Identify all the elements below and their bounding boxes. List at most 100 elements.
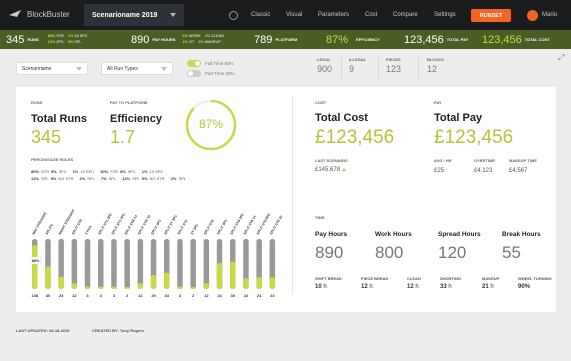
nav-visual[interactable]: Visual	[286, 12, 302, 18]
bar-track	[111, 239, 117, 289]
scenario-select[interactable]: Scenariname	[16, 62, 88, 75]
percentage-rules-row: 12% SPL 9% NG STR 2% SPL 7% SPL 12% SPL 9% NG …	[31, 176, 186, 181]
runset-button[interactable]: RUNSET	[471, 9, 511, 22]
category-label: SPLIT 2PC	[216, 218, 228, 235]
category-label: SPLIT ST 2PC	[163, 214, 178, 236]
bar[interactable]	[216, 263, 223, 289]
bar[interactable]	[137, 283, 144, 289]
bar[interactable]	[124, 287, 130, 289]
bar[interactable]	[150, 275, 157, 289]
stat-platform-value: 789	[254, 33, 273, 46]
bar[interactable]	[203, 283, 210, 289]
full-time-toggle[interactable]	[187, 60, 201, 67]
nav-cost[interactable]: Cost	[365, 12, 377, 18]
rule-pct: 8%	[120, 169, 126, 174]
bar-track	[98, 239, 104, 289]
category-label: SPLIT ST8 14	[243, 215, 257, 236]
spread-hours-title: Spread Hours	[438, 231, 481, 238]
user-avatar[interactable]	[527, 10, 538, 21]
expand-icon[interactable]: ⤢	[558, 53, 564, 63]
nav-parameters[interactable]: Parameters	[318, 12, 349, 18]
logo-icon	[9, 10, 21, 17]
bar-value-label: 12	[72, 293, 77, 298]
chevron-down-icon	[161, 66, 167, 71]
percentage-rules-row: 80% STR 9% 3PC 1% 10 SPC 10% STR 8% 9PC 1% 10 …	[31, 169, 163, 174]
total-runs-title: Total Runs	[31, 113, 88, 125]
shorting-value: 33 h	[440, 284, 452, 290]
summary-value: 900	[317, 64, 333, 74]
shorting-label: SHORTING	[440, 276, 462, 281]
stat-runs: 345 RUNS 80%STR 1%18 SPC 12%2PC 3%SPL	[6, 30, 92, 49]
rule-name: NG STR	[149, 176, 165, 181]
summary-illegal: ILLEGAL 9	[349, 57, 366, 74]
nav-classic[interactable]: Classic	[251, 12, 270, 18]
piece-break-label: PIECE BREAK	[361, 276, 389, 281]
shift-break-value: 10 h	[315, 284, 327, 290]
bar[interactable]	[164, 272, 170, 290]
bar[interactable]	[177, 286, 183, 290]
bar[interactable]	[111, 286, 117, 290]
bar[interactable]	[98, 286, 104, 290]
nav-settings[interactable]: Settings	[434, 12, 456, 18]
bar[interactable]	[32, 245, 38, 289]
stat-total-cost-label: TOTAL COST	[524, 37, 550, 42]
mini-value: 4%	[204, 34, 211, 38]
user-name[interactable]: Mario	[542, 12, 557, 18]
bar-track	[203, 239, 210, 289]
bar[interactable]	[230, 261, 236, 290]
sub-unit: h	[321, 284, 327, 290]
run-type-select[interactable]: All Run Types	[101, 62, 173, 75]
bar[interactable]	[84, 286, 91, 290]
bar[interactable]	[190, 287, 196, 289]
rule-pct: 7%	[100, 176, 107, 181]
brand-logo[interactable]: BlockBuster	[8, 9, 70, 19]
bar-value-label: 24	[217, 293, 222, 298]
bar[interactable]	[71, 283, 78, 289]
part-time-toggle[interactable]	[187, 70, 201, 77]
summary-label: ILLEGAL	[349, 57, 367, 62]
overtime-label: OVERTIME	[474, 158, 495, 163]
rule-name: SPL	[41, 176, 49, 181]
bar[interactable]	[243, 278, 249, 289]
category-label: SPLITS	[45, 223, 55, 236]
pay-section-label: PAY	[434, 100, 442, 105]
sub-unit: h	[488, 284, 494, 290]
scenario-dropdown[interactable]: Scenarioname 2019	[84, 4, 184, 26]
efficiency-section-label: PAY TO PLATFORM	[110, 100, 148, 105]
bar-value-label: 24	[257, 293, 262, 298]
bar-value-label: 40	[46, 293, 51, 298]
category-label: SPLIT ST8 10	[269, 215, 283, 236]
sub-number: 12	[361, 284, 368, 290]
rule-name: STR	[110, 169, 119, 174]
summary-blocks: BLOCKS 12	[427, 57, 444, 74]
bar[interactable]	[269, 277, 276, 289]
stat-platform: 789 PLATFORM	[254, 30, 297, 49]
sub-number: 21	[482, 284, 489, 290]
dashboard-icon[interactable]	[229, 11, 238, 20]
bar[interactable]	[58, 276, 64, 290]
time-section-label: TIME	[315, 215, 325, 220]
sub-unit: h	[446, 284, 452, 290]
work-hours-value: 800	[375, 243, 404, 262]
bar[interactable]	[45, 266, 51, 290]
rule-name: SPL	[178, 176, 186, 181]
summary-value: 9	[349, 64, 355, 74]
bar[interactable]	[256, 277, 262, 289]
nav-compare[interactable]: Compare	[393, 12, 418, 18]
wheel-turning-label: WHEEL TURNING	[518, 276, 552, 281]
rule-pct: 1%	[72, 169, 79, 174]
category-label: SPLIT ST2	[177, 219, 189, 236]
summary-legal: LEGAL 900	[317, 57, 332, 74]
cost-section-label: COST	[315, 100, 327, 105]
bar-value-label: 2	[192, 293, 195, 298]
bar-value-label: 138	[31, 293, 38, 298]
summary-label: LEGAL	[317, 57, 331, 62]
rule-pct: 1%	[141, 169, 148, 174]
full-time-toggle-row: Full Time 80%	[187, 60, 234, 67]
mini-value: 1%	[182, 40, 188, 44]
bar-value-label: 22	[244, 293, 249, 298]
rule-pct: 9%	[141, 176, 148, 181]
total-cost-value: £123,456	[315, 127, 395, 148]
efficiency-gauge: 87%	[184, 98, 238, 152]
bar-value-label: 34	[165, 293, 170, 298]
